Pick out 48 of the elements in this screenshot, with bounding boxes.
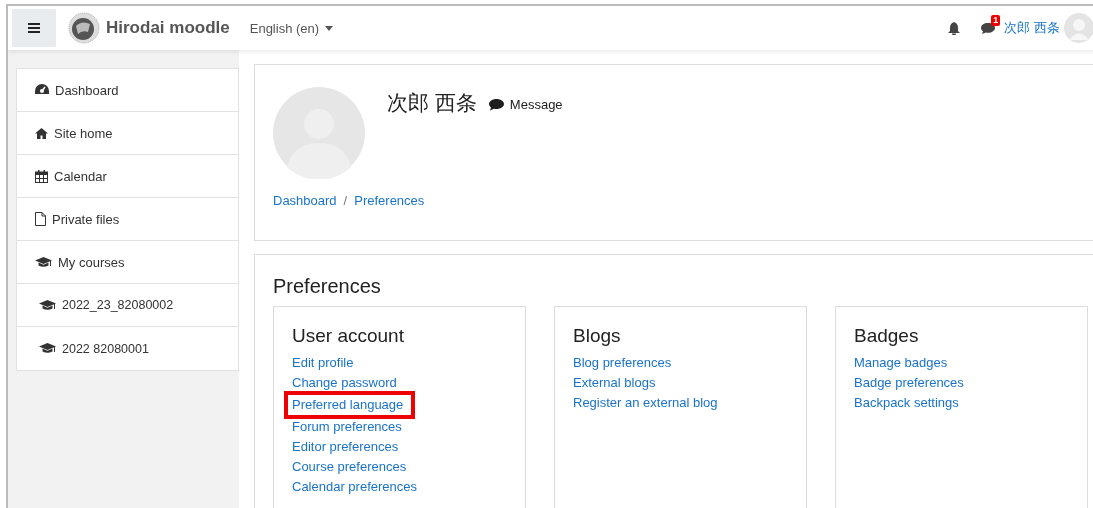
section-title: Badges (854, 325, 919, 347)
menu-button[interactable] (12, 9, 56, 47)
user-name: 次郎 西条 (387, 90, 477, 116)
preference-link[interactable]: Badge preferences (854, 373, 964, 393)
preference-link[interactable]: Calendar preferences (292, 477, 418, 497)
graduation-cap-icon (39, 299, 56, 311)
sidebar-item[interactable]: 2022_23_82080002 (17, 284, 238, 327)
gauge-icon (35, 84, 49, 96)
message-link[interactable]: Message (488, 97, 563, 112)
preference-link[interactable]: Edit profile (292, 353, 354, 373)
notification-count: 1 (991, 15, 1001, 26)
graduation-cap-icon (35, 256, 52, 268)
sidebar-item[interactable]: Private files (17, 198, 238, 241)
calendar-icon (35, 169, 48, 183)
graduation-cap-icon (39, 343, 56, 354)
breadcrumb-link[interactable]: Dashboard (273, 193, 337, 208)
preference-link[interactable]: Manage badges (854, 353, 948, 373)
sidebar-item[interactable]: Dashboard (17, 69, 238, 112)
site-name[interactable]: Hirodai moodle (106, 18, 230, 38)
sidebar-item[interactable]: 2022 82080001 (17, 327, 238, 370)
preference-link[interactable]: Editor preferences (292, 437, 399, 457)
language-menu[interactable]: English (en) (249, 20, 334, 36)
avatar-icon (273, 87, 365, 179)
preference-link[interactable]: Forum preferences (292, 417, 402, 437)
preference-link[interactable]: Preferred language (292, 397, 404, 412)
caret-icon (325, 25, 334, 31)
chat-icon[interactable] (980, 21, 997, 35)
menu-icon (28, 23, 40, 33)
section-title: Blogs (573, 325, 621, 347)
preference-link[interactable]: External blogs (573, 373, 656, 393)
file-icon (35, 212, 46, 226)
preference-link[interactable]: Blog preferences (573, 353, 672, 373)
user-name[interactable]: 次郎 西条 (1004, 19, 1060, 37)
home-icon (35, 127, 48, 139)
preference-link[interactable]: Backpack settings (854, 393, 959, 413)
logo-icon (68, 12, 100, 44)
section-title: User account (292, 325, 404, 347)
sidebar-item[interactable]: Calendar (17, 155, 238, 198)
preference-link[interactable]: Change password (292, 373, 397, 393)
preference-link[interactable]: Register an external blog (573, 393, 718, 413)
preference-link[interactable]: Course preferences (292, 457, 407, 477)
breadcrumb-link[interactable]: Preferences (354, 193, 425, 208)
page-heading: Preferences (273, 275, 382, 298)
bell-icon[interactable] (948, 21, 961, 35)
sidebar-item[interactable]: My courses (17, 241, 238, 284)
chat-icon (488, 98, 504, 111)
breadcrumb-separator: / (343, 193, 348, 208)
sidebar-item[interactable]: Site home (17, 112, 238, 155)
